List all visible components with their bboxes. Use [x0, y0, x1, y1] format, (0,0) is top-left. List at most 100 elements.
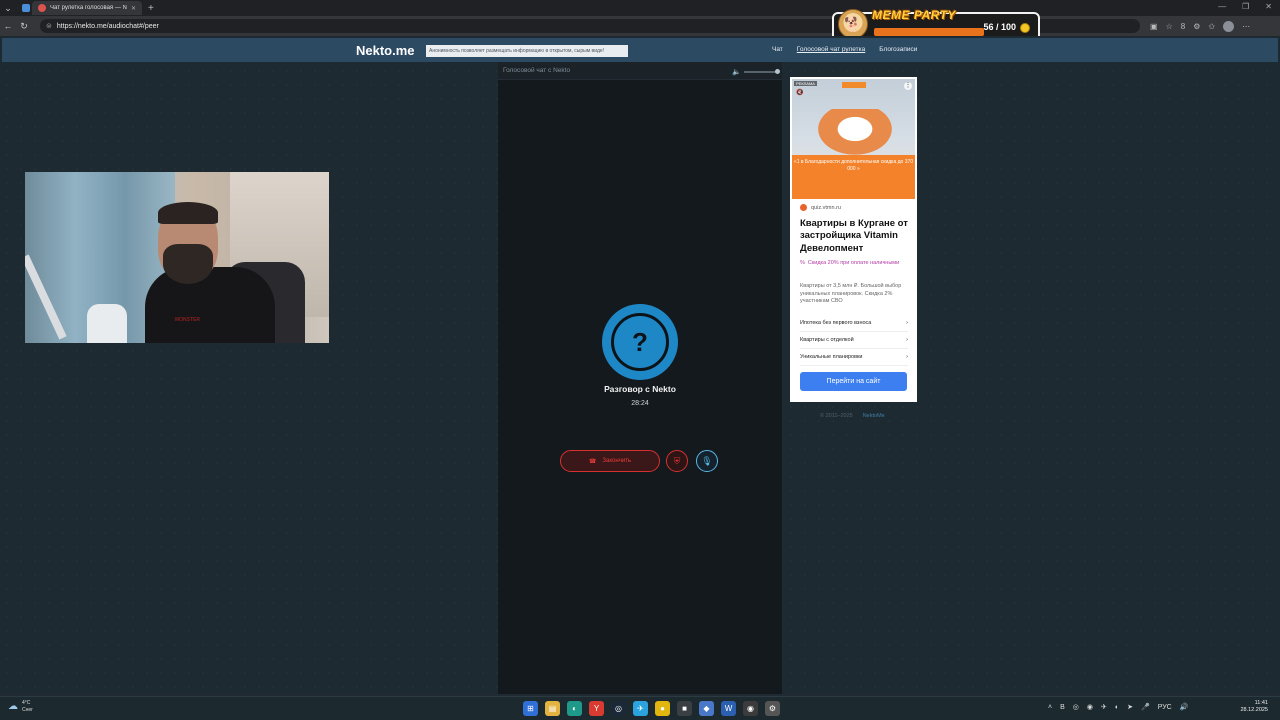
end-call-button[interactable]: ☎ Закончить: [560, 450, 660, 472]
site-nav: Чат Голосовой чат рулетка Блогозаписи: [772, 46, 917, 53]
ad-domain[interactable]: quiz.vtmn.ru: [800, 204, 841, 211]
percent-icon: %: [800, 260, 805, 266]
back-icon[interactable]: ←: [0, 21, 16, 31]
app-icon-1[interactable]: ■: [677, 701, 692, 716]
pinned-tab-icon[interactable]: [22, 4, 30, 12]
ad-link-label: Квартиры с отделкой: [800, 337, 854, 343]
reader-icon[interactable]: ▣: [1150, 22, 1158, 31]
microphone-button[interactable]: 🎙: [696, 450, 718, 472]
steam-icon[interactable]: ◎: [611, 701, 626, 716]
tab-close-icon[interactable]: ✕: [131, 5, 136, 12]
app-icon-2[interactable]: ◆: [699, 701, 714, 716]
volume-control[interactable]: 🔈: [732, 68, 780, 76]
close-window-icon[interactable]: ✕: [1265, 2, 1272, 11]
window-controls: — ❐ ✕: [1218, 2, 1272, 11]
nav-blog[interactable]: Блогозаписи: [879, 46, 917, 53]
webcam-shirt-text: MONSTER: [175, 317, 200, 323]
yandex-icon[interactable]: Y: [589, 701, 604, 716]
restore-icon[interactable]: ❐: [1242, 2, 1249, 11]
webcam-person-beard: [163, 244, 213, 284]
speaker-icon[interactable]: 🔈: [732, 68, 741, 76]
weather-text: 4°C Снег: [22, 700, 33, 713]
profile-avatar[interactable]: [1223, 20, 1235, 32]
conversation-title: Разговор с Nekto: [604, 384, 676, 394]
chrome-icon[interactable]: ◉: [743, 701, 758, 716]
site-info-icon[interactable]: ⊜: [46, 22, 52, 30]
mute-icon[interactable]: 🔇: [796, 89, 803, 96]
windows-taskbar: ☁ 4°C Снег ⊞ ▤ ◐ Y ◎ ✈ ● ■ ◆ W ◉ ⚙ ˄ B ◎…: [0, 696, 1280, 720]
browser-tab-bar: ⌄ Чат рулетка голосовая — N ✕ + — ❐ ✕: [0, 0, 1280, 16]
ad-link-label: Уникальные планировки: [800, 354, 863, 360]
call-timer: 28:24: [631, 400, 649, 407]
telegram-icon[interactable]: ✈: [633, 701, 648, 716]
ad-image[interactable]: РЕКЛАМА 🔇 ⋮ «1 в Благодарности дополните…: [792, 79, 915, 199]
url-text: https://nekto.me/audiochat#/peer: [56, 22, 159, 30]
peer-avatar: ?: [602, 304, 678, 380]
end-call-label: Закончить: [602, 458, 632, 464]
ad-menu-icon[interactable]: ⋮: [904, 82, 912, 90]
chevron-right-icon: ›: [906, 320, 908, 326]
cloud-snow-icon: ☁: [8, 701, 18, 712]
advertisement[interactable]: РЕКЛАМА 🔇 ⋮ «1 в Благодарности дополните…: [790, 77, 917, 402]
tray-discord-icon[interactable]: ◐: [1115, 704, 1119, 711]
ad-cta-button[interactable]: Перейти на сайт: [800, 372, 907, 391]
address-bar: ← ↻ ⊜ https://nekto.me/audiochat#/peer ▣…: [0, 16, 1280, 36]
keyboard-language[interactable]: РУС: [1158, 704, 1172, 711]
report-button[interactable]: ⛨: [666, 450, 688, 472]
tray-app-icon[interactable]: ◎: [1073, 703, 1079, 711]
sound-icon[interactable]: 🔊: [1180, 703, 1189, 711]
system-tray: ˄ B ◎ ◉ ✈ ◐ ➤ 🎤 РУС 🔊: [1048, 703, 1189, 712]
system-clock[interactable]: 11:41 28.12.2025: [1240, 700, 1268, 715]
favorites-icon[interactable]: ✩: [1208, 22, 1215, 31]
edge-icon[interactable]: ◐: [567, 701, 582, 716]
webcam-microphone: [87, 304, 127, 343]
volume-slider[interactable]: [744, 69, 780, 74]
ad-promo-strip: «1 в Благодарности дополнительная скидка…: [792, 155, 915, 199]
bookmark-star-icon[interactable]: ☆: [1166, 22, 1173, 31]
ad-link-layouts[interactable]: Уникальные планировки ›: [800, 349, 908, 366]
chevron-right-icon: ›: [906, 337, 908, 343]
tray-mic-icon[interactable]: 🎤: [1141, 703, 1150, 711]
nav-voice-roulette[interactable]: Голосовой чат рулетка: [797, 46, 865, 53]
settings-icon[interactable]: ⚙: [765, 701, 780, 716]
hang-up-icon: ☎: [588, 458, 597, 465]
weather-condition: Снег: [22, 706, 33, 713]
tray-b-icon[interactable]: B: [1060, 704, 1065, 711]
chat-header-title: Голосовой чат с Nekto: [503, 67, 571, 74]
footer-link[interactable]: NektoMe: [863, 413, 885, 419]
webcam-person-body: [145, 267, 275, 343]
word-icon[interactable]: W: [721, 701, 736, 716]
toolbar-actions: ▣ ☆ 8 ⚙ ✩ ⋯: [1150, 20, 1250, 32]
nav-chat[interactable]: Чат: [772, 46, 783, 53]
extension-count[interactable]: 8: [1181, 22, 1185, 31]
menu-icon[interactable]: ⋯: [1242, 22, 1250, 31]
tray-expand-icon[interactable]: ˄: [1048, 704, 1052, 711]
ad-links: Ипотека без первого взноса › Квартиры с …: [800, 315, 908, 366]
file-explorer-icon[interactable]: ▤: [545, 701, 560, 716]
windows-start-icon[interactable]: ⊞: [523, 701, 538, 716]
ad-link-mortgage[interactable]: Ипотека без первого взноса ›: [800, 315, 908, 332]
ad-label: РЕКЛАМА: [794, 81, 817, 86]
minimize-icon[interactable]: —: [1218, 2, 1226, 11]
extensions-icon[interactable]: ⚙: [1193, 22, 1200, 31]
ad-link-finished[interactable]: Квартиры с отделкой ›: [800, 332, 908, 349]
site-logo[interactable]: Nekto.me: [356, 43, 415, 58]
ad-headline[interactable]: Квартиры в Кургане от застройщика Vitami…: [800, 218, 910, 255]
reload-icon[interactable]: ↻: [16, 21, 32, 32]
weather-widget[interactable]: ☁ 4°C Снег: [8, 700, 33, 713]
tray-send-icon[interactable]: ➤: [1127, 703, 1133, 711]
meme-party-title: MEME PARTY: [872, 8, 956, 22]
anonymity-note: Анонимность позволяет размещать информац…: [426, 45, 628, 57]
tab-list-icon[interactable]: ⌄: [0, 3, 16, 14]
new-tab-icon[interactable]: +: [148, 3, 154, 14]
browser-tab-active[interactable]: Чат рулетка голосовая — N ✕: [32, 1, 142, 15]
question-mark-icon: ?: [611, 313, 669, 371]
obs-icon[interactable]: ●: [655, 701, 670, 716]
clock-date: 28.12.2025: [1240, 707, 1268, 714]
doge-icon: 🐕: [838, 9, 868, 39]
tray-steam-icon[interactable]: ◉: [1087, 703, 1093, 711]
webcam-feed: MONSTER: [25, 172, 329, 343]
ad-description: Квартиры от 3,5 млн ₽. Большой выбор уни…: [800, 283, 902, 305]
volume-knob[interactable]: [775, 69, 780, 74]
tray-telegram-icon[interactable]: ✈: [1101, 703, 1107, 711]
